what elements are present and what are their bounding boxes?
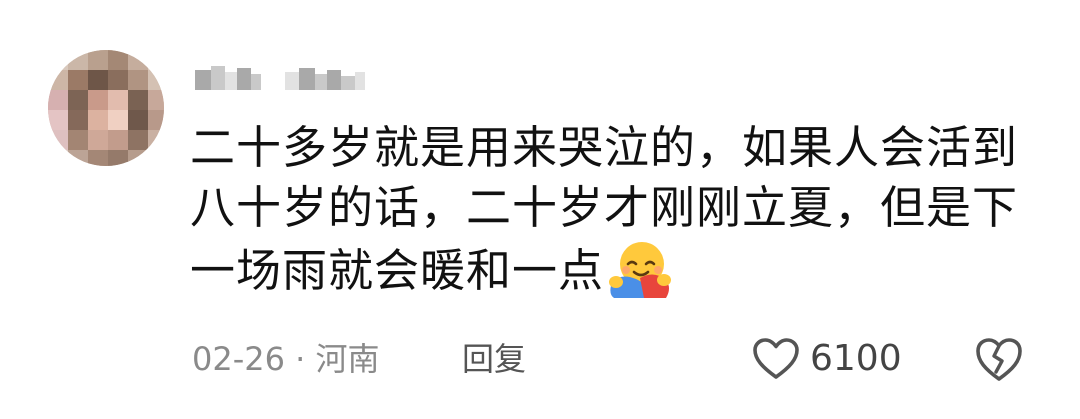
like-button[interactable]: 6100 [752,332,902,386]
heart-icon [753,338,799,379]
avatar[interactable] [48,50,164,166]
comment-item: 二十多岁就是用来哭泣的，如果人会活到 八十岁的话，二十岁才刚刚立夏，但是下 一场… [0,0,1080,419]
comment-date-location: 02-26 · 河南 [192,340,380,378]
broken-heart-icon[interactable] [974,334,1024,384]
like-count: 6100 [810,338,902,379]
comment-line-2: 八十岁的话，二十岁才刚刚立夏，但是下 [190,181,1019,234]
hug-emoji-icon [609,242,672,298]
username-blurred[interactable] [195,62,395,96]
comment-line-1: 二十多岁就是用来哭泣的，如果人会活到 [190,121,1019,174]
reply-button[interactable]: 回复 [462,337,526,381]
comment-line-3: 一场雨就会暖和一点 [190,238,1030,301]
comment-text: 二十多岁就是用来哭泣的，如果人会活到 八十岁的话，二十岁才刚刚立夏，但是下 一场… [190,118,1030,301]
